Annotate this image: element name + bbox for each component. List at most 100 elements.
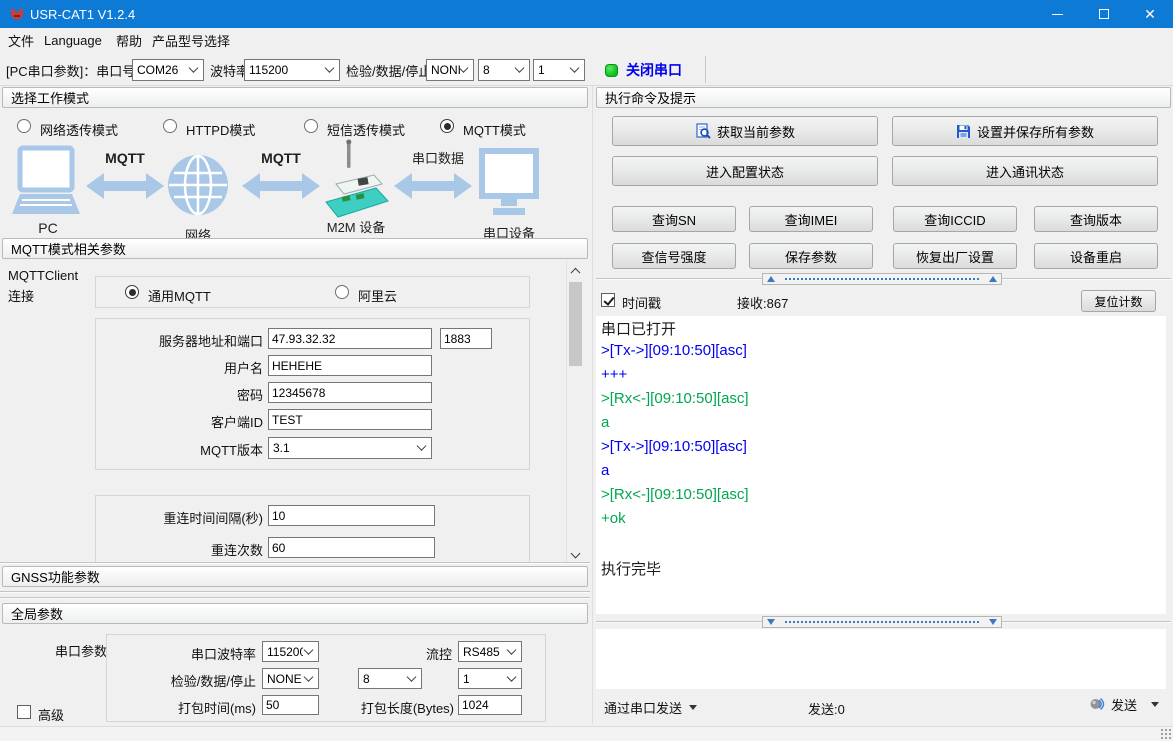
send-splitter-handle[interactable] [762, 616, 1002, 628]
get-current-params-button[interactable]: 获取当前参数 [612, 116, 878, 146]
advanced-checkbox[interactable] [17, 705, 31, 719]
query-iccid-button[interactable]: 查询ICCID [893, 206, 1017, 232]
reset-count-button[interactable]: 复位计数 [1081, 290, 1156, 312]
flow-control-label: 流控 [380, 644, 452, 663]
parity-data-stop-label: 检验/数据/停止 [346, 61, 431, 80]
send-input-area[interactable] [596, 629, 1166, 689]
server-port-field[interactable] [440, 328, 492, 349]
chevron-down-icon [190, 64, 198, 72]
reconnect-times-label: 重连次数 [98, 540, 263, 559]
server-address-field[interactable] [268, 328, 432, 349]
enter-comm-state-button[interactable]: 进入通讯状态 [892, 156, 1158, 186]
reconnect-interval-field[interactable] [268, 505, 435, 526]
password-field[interactable] [268, 382, 432, 403]
packlen-field[interactable] [458, 695, 522, 715]
scrollbar-thumb[interactable] [569, 282, 582, 366]
global-baud-select[interactable]: 115200 [262, 641, 319, 662]
radio-mqtt-mode[interactable] [440, 119, 454, 133]
mqtt-params-header[interactable]: MQTT模式相关参数 [2, 238, 588, 259]
query-sn-button[interactable]: 查询SN [612, 206, 736, 232]
chevron-down-icon [571, 64, 579, 72]
query-version-button[interactable]: 查询版本 [1034, 206, 1158, 232]
mqtt-panel-scrollbar[interactable] [566, 260, 583, 562]
packlen-label: 打包长度(Bytes) [340, 698, 454, 717]
link2-label: MQTT [261, 150, 301, 166]
radio-net-passthrough[interactable] [17, 119, 31, 133]
radio-aliyun-label: 阿里云 [358, 286, 397, 305]
mqtt-client-label-2: 连接 [8, 286, 34, 305]
chevron-down-icon [408, 673, 416, 681]
resize-grip[interactable] [1160, 728, 1171, 739]
packtime-field[interactable] [262, 695, 319, 715]
reconnect-interval-label: 重连时间间隔(秒) [98, 508, 263, 527]
mqtt-version-label: MQTT版本 [98, 440, 263, 459]
query-signal-button[interactable]: 查信号强度 [612, 243, 736, 269]
global-parity-select[interactable]: NONE [262, 668, 319, 689]
menu-language[interactable]: Language [38, 28, 108, 52]
chevron-down-icon [460, 64, 468, 72]
close-button[interactable]: ✕ [1127, 0, 1173, 28]
work-mode-header-label: 选择工作模式 [11, 88, 89, 107]
work-mode-header[interactable]: 选择工作模式 [2, 87, 588, 108]
radio-httpd-mode[interactable] [163, 119, 177, 133]
minimize-button[interactable] [1034, 0, 1080, 28]
set-save-all-params-button[interactable]: 设置并保存所有参数 [892, 116, 1158, 146]
serial-toolbar: [PC串口参数]：串口号 COM26 波特率 115200 检验/数据/停止 N… [0, 52, 1173, 86]
pc-laptop-icon [12, 148, 80, 214]
send-button[interactable]: 发送 [1088, 695, 1159, 714]
com-port-select[interactable]: COM26 [132, 59, 204, 81]
chevron-down-icon [516, 64, 524, 72]
log-output-area[interactable]: 串口已打开 >[Tx->][09:10:50][asc] +++ >[Rx<-]… [596, 316, 1166, 614]
flow-control-select[interactable]: RS485 [458, 641, 522, 662]
scroll-up-icon[interactable] [567, 260, 584, 277]
splitter-arrow-icon [989, 619, 997, 625]
stopbits-select[interactable]: 1 [533, 59, 585, 81]
radio-aliyun[interactable] [335, 285, 349, 299]
query-imei-button[interactable]: 查询IMEI [749, 206, 873, 232]
menu-file[interactable]: 文件 [2, 28, 40, 52]
mqtt-client-label-1: MQTTClient [8, 268, 78, 283]
client-id-field[interactable] [268, 409, 432, 430]
mqtt-version-select[interactable]: 3.1 [268, 437, 432, 459]
menu-product-model[interactable]: 产品型号选择 [146, 28, 236, 52]
global-databits-select[interactable]: 8 [358, 668, 422, 689]
maximize-button[interactable] [1081, 0, 1127, 28]
log-line: a [601, 462, 609, 479]
factory-reset-button[interactable]: 恢复出厂设置 [893, 243, 1017, 269]
radio-generic-mqtt-label: 通用MQTT [148, 286, 211, 305]
close-serial-button[interactable]: 关闭串口 [605, 57, 700, 83]
databits-select[interactable]: 8 [478, 59, 530, 81]
chevron-down-icon [1151, 702, 1159, 707]
server-label: 服务器地址和端口 [98, 331, 263, 350]
global-params-header[interactable]: 全局参数 [2, 603, 588, 624]
baud-select[interactable]: 115200 [244, 59, 340, 81]
splitter-arrow-icon [989, 276, 997, 282]
search-doc-icon [695, 123, 711, 139]
reconnect-times-field[interactable] [268, 537, 435, 558]
radio-net-passthrough-label: 网络透传模式 [40, 120, 118, 139]
timestamp-checkbox[interactable] [601, 293, 615, 307]
radio-sms-passthrough[interactable] [304, 119, 318, 133]
global-stopbits-select[interactable]: 1 [458, 668, 522, 689]
radio-generic-mqtt[interactable] [125, 285, 139, 299]
menu-help[interactable]: 帮助 [110, 28, 148, 52]
log-splitter-handle[interactable] [762, 273, 1002, 285]
send-via-serial-dropdown[interactable]: 通过串口发送 [604, 698, 697, 717]
enter-config-state-button[interactable]: 进入配置状态 [612, 156, 878, 186]
scroll-down-icon[interactable] [567, 545, 584, 562]
log-line [601, 534, 605, 551]
serial-group-label: 串口参数 [55, 641, 107, 660]
password-label: 密码 [98, 385, 263, 404]
window-title: USR-CAT1 V1.2.4 [30, 7, 135, 22]
reboot-button[interactable]: 设备重启 [1034, 243, 1158, 269]
splitter-arrow-icon [767, 619, 775, 625]
chevron-down-icon [418, 442, 426, 450]
save-params-button[interactable]: 保存参数 [749, 243, 873, 269]
gnss-params-header[interactable]: GNSS功能参数 [2, 566, 588, 587]
link1-label: MQTT [105, 150, 145, 166]
chevron-down-icon [689, 705, 697, 710]
global-baud-label: 串口波特率 [110, 644, 256, 663]
parity-select[interactable]: NONI [426, 59, 474, 81]
arrow-icon [242, 173, 320, 199]
username-field[interactable] [268, 355, 432, 376]
